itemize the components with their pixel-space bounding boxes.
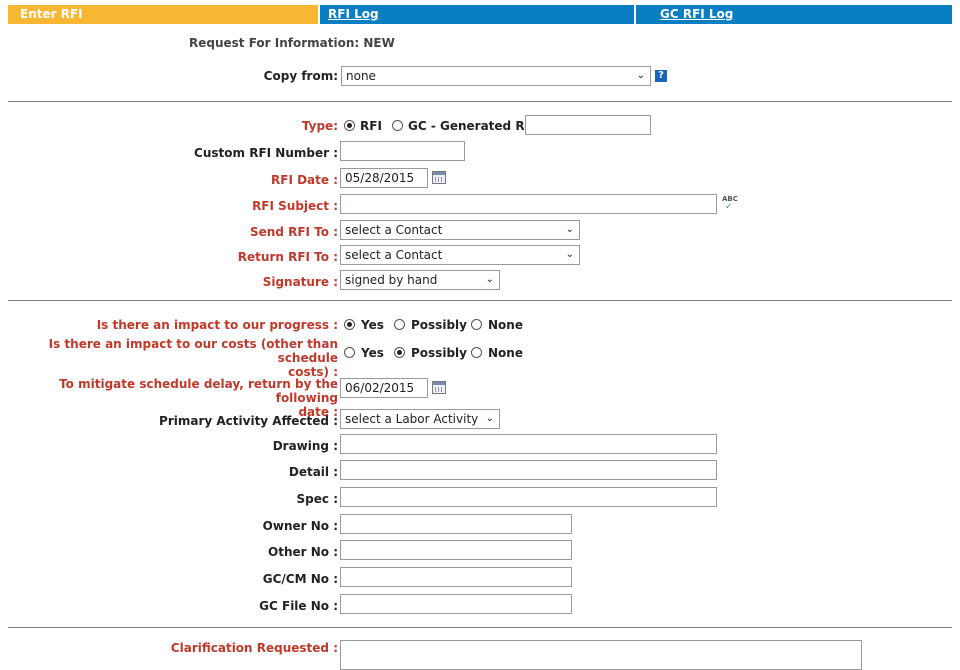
impact-costs-label-line1: Is there an impact to our costs (other t…: [48, 337, 338, 365]
clarification-label: Clarification Requested :: [170, 641, 338, 655]
tab-enter-rfi[interactable]: Enter RFI: [8, 5, 318, 24]
page-title: Request For Information: NEW: [189, 36, 395, 50]
send-rfi-to-select[interactable]: select a Contact ⌄: [340, 220, 580, 240]
gc-file-no-input[interactable]: [340, 594, 572, 614]
impact-progress-label: Is there an impact to our progress :: [96, 318, 338, 332]
spec-input[interactable]: [340, 487, 717, 507]
type-radio-gc[interactable]: [392, 120, 403, 131]
owner-no-input[interactable]: [340, 514, 572, 534]
divider: [8, 101, 952, 102]
impact-costs-yes-label: Yes: [361, 346, 384, 360]
tab-bar: Enter RFI RFI Log GC RFI Log: [8, 5, 952, 24]
impact-progress-none-label: None: [488, 318, 523, 332]
rfi-date-label: RFI Date :: [271, 173, 338, 187]
send-rfi-to-label: Send RFI To :: [250, 225, 338, 239]
rfi-subject-input[interactable]: [340, 194, 717, 214]
clarification-textarea[interactable]: [340, 640, 862, 670]
tab-rfi-log[interactable]: RFI Log: [318, 5, 634, 24]
copy-from-label: Copy from:: [263, 69, 338, 83]
return-rfi-to-select[interactable]: select a Contact ⌄: [340, 245, 580, 265]
return-rfi-to-label: Return RFI To :: [237, 250, 338, 264]
impact-costs-possibly-label: Possibly: [411, 346, 467, 360]
mitigate-label: To mitigate schedule delay, return by th…: [0, 377, 338, 419]
gc-rfi-input[interactable]: [525, 115, 651, 135]
impact-costs-label: Is there an impact to our costs (other t…: [0, 337, 338, 379]
other-no-input[interactable]: [340, 540, 572, 560]
gccm-no-label: GC/CM No :: [262, 572, 338, 586]
type-rfi-label: RFI: [360, 119, 382, 133]
divider: [8, 300, 952, 301]
activity-select[interactable]: select a Labor Activity ⌄: [340, 409, 500, 429]
spec-label: Spec :: [296, 492, 338, 506]
type-gc-label: GC - Generated RFI:: [408, 119, 543, 133]
impact-progress-possibly-label: Possibly: [411, 318, 467, 332]
gccm-no-input[interactable]: [340, 567, 572, 587]
chevron-down-icon: ⌄: [485, 274, 494, 285]
return-rfi-to-value: select a Contact: [345, 248, 443, 262]
mitigate-label-line1: To mitigate schedule delay, return by th…: [59, 377, 338, 405]
activity-label: Primary Activity Affected :: [159, 414, 338, 428]
signature-select[interactable]: signed by hand ⌄: [340, 270, 500, 290]
type-radio-rfi[interactable]: [344, 120, 355, 131]
signature-value: signed by hand: [345, 273, 438, 287]
divider: [8, 627, 952, 628]
custom-rfi-number-input[interactable]: [340, 141, 465, 161]
tab-gc-rfi-log[interactable]: GC RFI Log: [634, 5, 952, 24]
impact-progress-radio-yes[interactable]: [344, 319, 355, 330]
copy-from-value: none: [346, 69, 376, 83]
send-rfi-to-value: select a Contact: [345, 223, 443, 237]
gc-file-no-label: GC File No :: [259, 599, 338, 613]
help-icon[interactable]: ?: [655, 70, 667, 82]
owner-no-label: Owner No :: [262, 519, 338, 533]
type-label: Type:: [301, 119, 338, 133]
activity-value: select a Labor Activity: [345, 412, 479, 426]
chevron-down-icon: ⌄: [636, 70, 645, 81]
impact-costs-radio-yes[interactable]: [344, 347, 355, 358]
custom-rfi-number-label: Custom RFI Number :: [194, 146, 338, 160]
impact-costs-none-label: None: [488, 346, 523, 360]
spellcheck-icon[interactable]: ABC ✓: [722, 196, 738, 212]
other-no-label: Other No :: [268, 545, 338, 559]
impact-costs-radio-none[interactable]: [471, 347, 482, 358]
impact-progress-radio-possibly[interactable]: [394, 319, 405, 330]
drawing-input[interactable]: [340, 434, 717, 454]
impact-progress-yes-label: Yes: [361, 318, 384, 332]
drawing-label: Drawing :: [272, 439, 338, 453]
impact-progress-radio-none[interactable]: [471, 319, 482, 330]
chevron-down-icon: ⌄: [565, 249, 574, 260]
rfi-date-input[interactable]: 05/28/2015: [340, 168, 428, 188]
detail-label: Detail :: [288, 465, 338, 479]
mitigate-date-input[interactable]: 06/02/2015: [340, 378, 428, 398]
copy-from-select[interactable]: none ⌄: [341, 66, 651, 86]
chevron-down-icon: ⌄: [485, 413, 494, 424]
signature-label: Signature :: [262, 275, 338, 289]
detail-input[interactable]: [340, 460, 717, 480]
chevron-down-icon: ⌄: [565, 224, 574, 235]
impact-costs-radio-possibly[interactable]: [394, 347, 405, 358]
calendar-icon[interactable]: [432, 381, 446, 394]
calendar-icon[interactable]: [432, 171, 446, 184]
rfi-subject-label: RFI Subject :: [252, 199, 338, 213]
